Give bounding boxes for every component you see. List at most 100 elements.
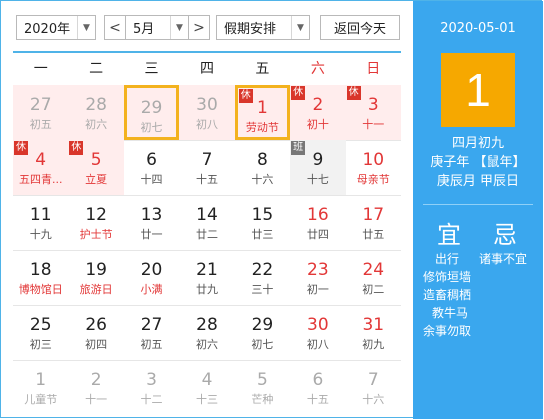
day-number: 3 (146, 370, 157, 390)
day-cell[interactable]: 22 三十 (235, 250, 290, 305)
day-cell[interactable]: 24 初二 (346, 250, 401, 305)
day-number: 11 (29, 205, 52, 225)
lunar-date: 四月初九 (451, 136, 504, 151)
day-number: 12 (85, 205, 107, 225)
day-cell[interactable]: 19 旅游日 (68, 250, 123, 305)
day-number: 4 (201, 370, 213, 390)
yi-item: 余事勿取 (423, 324, 472, 338)
day-number: 7 (201, 150, 213, 170)
day-cell[interactable]: 4 十三 (179, 360, 234, 415)
day-number: 20 (140, 260, 163, 280)
day-number: 28 (85, 95, 107, 115)
chevron-down-icon: ▼ (170, 16, 188, 39)
day-cell[interactable]: 13 廿一 (124, 195, 179, 250)
day-number: 22 (251, 260, 274, 280)
lunar-label: 初五 (140, 338, 163, 351)
day-cell[interactable]: 14 廿二 (179, 195, 234, 250)
day-cell[interactable]: 21 廿九 (179, 250, 234, 305)
lunar-label: 立夏 (85, 173, 108, 186)
year-select[interactable]: 2020年 ▼ (16, 15, 96, 40)
day-cell[interactable]: 16 廿四 (290, 195, 345, 250)
lunar-label: 十九 (29, 228, 52, 241)
chevron-left-icon: < (109, 19, 121, 36)
lunar-label: 儿童节 (24, 393, 58, 406)
day-number: 6 (312, 370, 324, 390)
lunar-label: 三十 (251, 283, 274, 296)
day-cell[interactable]: 29 初七 (235, 305, 290, 360)
day-cell[interactable]: 20 小满 (124, 250, 179, 305)
day-cell[interactable]: 休 2 初十 (290, 85, 346, 140)
day-cell[interactable]: 31 初九 (346, 305, 401, 360)
day-cell[interactable]: 10 母亲节 (346, 140, 401, 195)
yi-heading: 宜 (437, 221, 461, 249)
day-grid: 27 初五 28 初六 29 初七 30 初八休 1 劳动节休 2 初十休 3 十一休 4 五四青... 休 5 立… (13, 85, 401, 415)
day-cell[interactable]: 7 十六 (346, 360, 401, 415)
month-select[interactable]: 5月 ▼ (125, 15, 189, 40)
lunar-label: 廿一 (140, 228, 163, 241)
lunar-label: 初六 (195, 338, 218, 351)
lunar-label: 廿三 (251, 228, 274, 241)
lunar-label: 十六 (362, 393, 385, 406)
lunar-label: 五四青... (18, 173, 63, 186)
day-number: 26 (85, 315, 107, 335)
day-cell[interactable]: 27 初五 (124, 305, 179, 360)
day-cell[interactable]: 23 初一 (290, 250, 345, 305)
ganzhi-year: 庚子年 【鼠年】 (430, 155, 526, 170)
back-to-today-button[interactable]: 返回今天 (320, 15, 400, 40)
day-cell[interactable]: 1 儿童节 (13, 360, 68, 415)
lunar-label: 十一 (362, 118, 385, 131)
holiday-select-label: 假期安排 (224, 22, 277, 37)
day-number: 7 (367, 370, 379, 390)
day-cell[interactable]: 18 博物馆日 (13, 250, 68, 305)
yi-item: 修饰垣墙 (423, 270, 472, 284)
day-cell[interactable]: 7 十五 (179, 140, 234, 195)
day-cell[interactable]: 28 初六 (68, 85, 124, 140)
day-cell[interactable]: 休 3 十一 (345, 85, 401, 140)
day-cell[interactable]: 班 9 十七 (290, 140, 346, 195)
day-number: 30 (196, 95, 218, 115)
day-cell[interactable]: 15 廿三 (235, 195, 290, 250)
holiday-select[interactable]: 假期安排 ▼ (216, 15, 310, 40)
day-cell[interactable]: 6 十四 (124, 140, 179, 195)
day-cell[interactable]: 29 初七 (123, 85, 180, 140)
day-cell[interactable]: 17 廿五 (346, 195, 401, 250)
day-number: 18 (29, 260, 52, 280)
lunar-label: 十七 (306, 173, 329, 186)
day-cell[interactable]: 5 芒种 (235, 360, 290, 415)
selected-date: 2020-05-01 (440, 21, 516, 36)
prev-month-button[interactable]: < (104, 15, 126, 40)
day-number: 24 (362, 260, 385, 280)
day-cell[interactable]: 3 十二 (124, 360, 179, 415)
lunar-label: 小满 (140, 283, 163, 296)
day-number: 2 (312, 95, 324, 115)
lunar-label: 十二 (140, 393, 163, 406)
lunar-label: 十五 (195, 173, 218, 186)
day-cell[interactable]: 27 初五 (13, 85, 69, 140)
lunar-label: 廿二 (195, 228, 218, 241)
lunar-label: 初一 (306, 283, 329, 296)
day-cell[interactable]: 6 十五 (290, 360, 345, 415)
day-cell[interactable]: 25 初三 (13, 305, 68, 360)
next-month-button[interactable]: > (188, 15, 210, 40)
day-cell[interactable]: 30 初八 (179, 85, 235, 140)
day-number: 9 (312, 150, 324, 170)
day-cell[interactable]: 8 十六 (235, 140, 290, 195)
day-cell[interactable]: 休 4 五四青... (13, 140, 69, 195)
lunar-label: 初七 (251, 338, 274, 351)
panel-divider (423, 204, 533, 205)
yi-item: 造畜稠栖 (423, 288, 472, 302)
weekday-label: 四 (199, 61, 214, 77)
lunar-label: 初二 (362, 283, 385, 296)
weekday-header: 一 二 三 四 五 六 日 (13, 53, 401, 85)
ji-item: 诸事不宜 (479, 252, 528, 266)
lunar-label: 芒种 (251, 393, 274, 406)
lunar-label: 博物馆日 (18, 283, 63, 296)
day-cell[interactable]: 2 十一 (68, 360, 123, 415)
day-cell[interactable]: 26 初四 (68, 305, 123, 360)
day-cell[interactable]: 休 5 立夏 (68, 140, 124, 195)
day-cell[interactable]: 11 十九 (13, 195, 68, 250)
day-cell[interactable]: 30 初八 (290, 305, 345, 360)
day-cell[interactable]: 28 初六 (179, 305, 234, 360)
day-cell[interactable]: 休 1 劳动节 (234, 85, 291, 140)
day-cell[interactable]: 12 护士节 (68, 195, 123, 250)
